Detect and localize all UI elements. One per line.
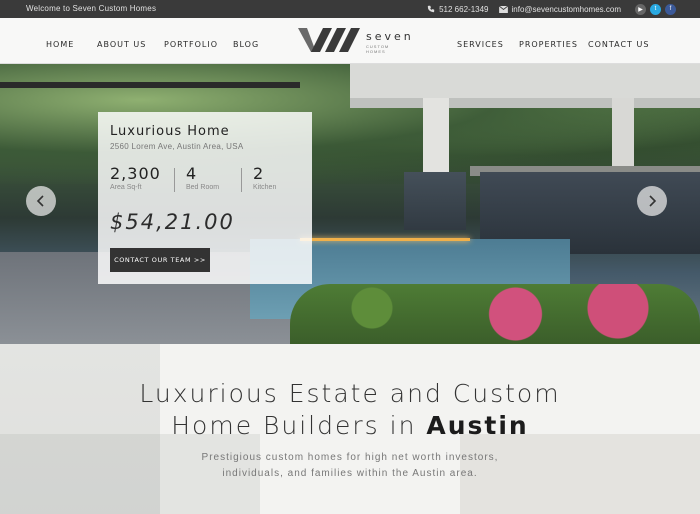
youtube-icon[interactable]: ▶ [635,3,646,15]
slider-prev-button[interactable] [26,186,56,216]
intro-heading-line1: Luxurious Estate and Custom [139,379,561,408]
contact-team-button[interactable]: CONTACT OUR TEAM >> [110,248,210,272]
property-price: $54,21.00 [110,210,235,234]
stat-kitchens: 2 Kitchen [253,164,276,191]
nav-portfolio[interactable]: PORTFOLIO [164,40,218,49]
nav-about-us[interactable]: ABOUT US [97,40,146,49]
stat-label: Bed Room [186,184,220,191]
intro-description: Prestigious custom homes for high net wo… [0,450,700,482]
intro-desc-line2: individuals, and families within the Aus… [222,468,478,479]
pool-lights [300,238,470,241]
property-address: 2560 Lorem Ave, Austin Area, USA [110,142,244,151]
email-link[interactable]: info@sevencustomhomes.com [498,4,622,14]
intro-heading-line2: Home Builders in Austin [0,410,700,442]
stat-divider [174,168,175,192]
intro-heading-prefix: Home Builders in [171,411,427,440]
stat-value: 4 [186,164,198,183]
nav-home[interactable]: HOME [46,40,74,49]
pavilion-fascia [350,98,700,108]
intro-desc-line1: Prestigious custom homes for high net wo… [201,452,499,463]
flower-bed [290,284,700,344]
pergola [0,82,300,102]
property-title: Luxurious Home [110,124,230,139]
intro-section: Luxurious Estate and Custom Home Builder… [0,344,700,514]
welcome-text: Welcome to Seven Custom Homes [26,4,157,13]
facebook-icon[interactable]: f [665,3,676,15]
chevron-left-icon [36,195,44,207]
chevron-right-icon [649,195,657,207]
stat-area: 2,300 Area Sq-ft [110,164,161,191]
envelope-icon [498,5,508,13]
intro-heading: Luxurious Estate and Custom Home Builder… [0,378,700,442]
stat-value: 2,300 [110,164,161,183]
stat-value: 2 [253,164,265,183]
intro-heading-city: Austin [426,411,529,440]
site-logo[interactable]: seven CUSTOM HOMES [298,26,411,56]
top-contact: 512 662-1349 info@sevencustomhomes.com ▶… [427,2,676,16]
main-nav: HOME ABOUT US PORTFOLIO BLOG seven CUSTO… [0,18,700,64]
phone-icon [427,5,435,13]
logo-mark [298,28,360,52]
logo-word: seven [366,30,414,43]
nav-services[interactable]: SERVICES [457,40,504,49]
stat-label: Area Sq-ft [110,184,142,191]
nav-properties[interactable]: PROPERTIES [519,40,578,49]
stone-pillar [404,172,466,230]
property-card: Luxurious Home 2560 Lorem Ave, Austin Ar… [98,112,312,284]
pavilion-roof [350,64,700,98]
phone-link[interactable]: 512 662-1349 [427,4,489,14]
email-address: info@sevencustomhomes.com [511,4,622,14]
phone-number: 512 662-1349 [439,4,489,14]
stat-divider [241,168,242,192]
slider-next-button[interactable] [637,186,667,216]
stat-bedrooms: 4 Bed Room [186,164,219,191]
nav-contact-us[interactable]: CONTACT US [588,40,649,49]
twitter-icon[interactable]: t [650,3,661,15]
top-bar: Welcome to Seven Custom Homes 512 662-13… [0,0,700,18]
nav-blog[interactable]: BLOG [233,40,259,49]
stat-label: Kitchen [253,184,277,191]
logo-subtitle: CUSTOM HOMES [366,44,390,54]
